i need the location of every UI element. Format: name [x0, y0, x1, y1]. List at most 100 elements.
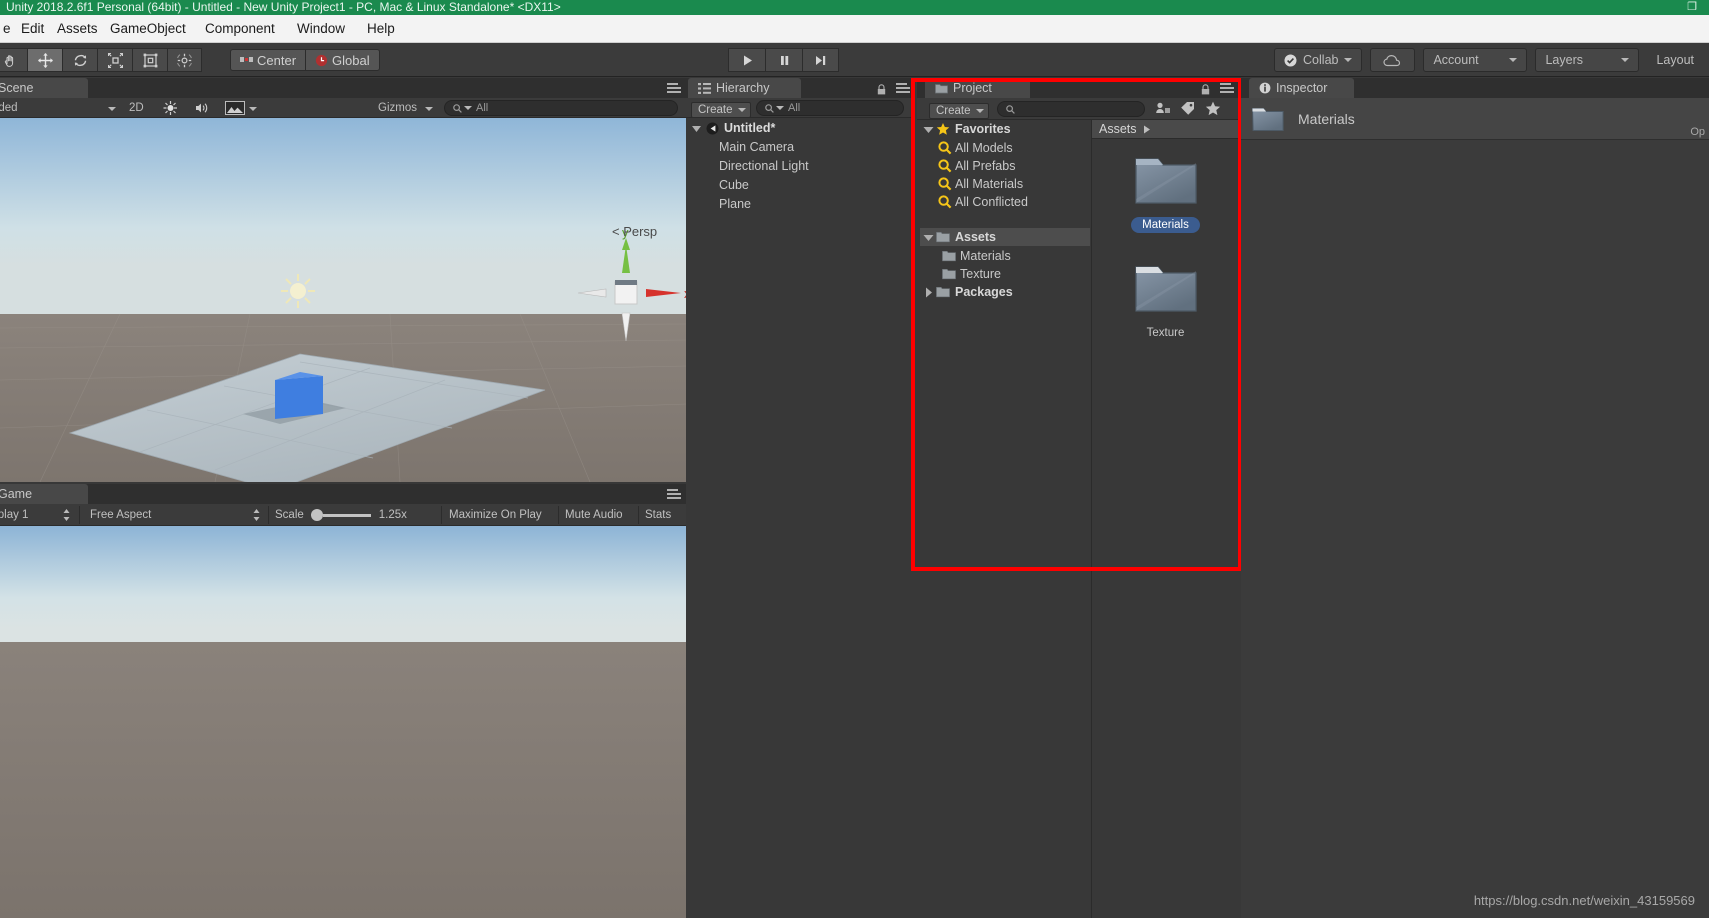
scene-gizmos-label: Gizmos — [378, 102, 417, 114]
hierarchy-item-plane[interactable]: Plane — [686, 195, 915, 213]
account-button[interactable]: Account — [1423, 48, 1528, 72]
menu-item-edit[interactable]: Edit — [14, 15, 51, 43]
hierarchy-item-main-camera[interactable]: Main Camera — [686, 138, 915, 156]
scale-slider-track[interactable] — [322, 513, 371, 517]
game-aspect-stepper[interactable] — [252, 504, 261, 526]
project-packages-row[interactable]: Packages — [920, 283, 1090, 301]
game-mute-toggle[interactable]: Mute Audio — [565, 504, 623, 526]
divider — [638, 506, 639, 524]
project-favorites-icon[interactable] — [1205, 101, 1221, 121]
scene-search-box[interactable]: All — [444, 100, 678, 120]
hierarchy-scene-row[interactable]: Untitled* — [686, 119, 915, 137]
center-icon — [240, 57, 253, 62]
cloud-icon — [1383, 54, 1401, 66]
pause-button[interactable] — [765, 48, 802, 72]
tab-scene[interactable]: Scene — [0, 78, 88, 98]
project-asset-grid[interactable]: Assets Materials Texture — [1091, 120, 1239, 918]
project-breadcrumb[interactable]: Assets — [1092, 120, 1239, 139]
rotate-tool-icon[interactable] — [62, 48, 97, 72]
menu-item-component[interactable]: Component — [198, 15, 282, 43]
tab-project[interactable]: Project — [925, 78, 1030, 98]
step-button[interactable] — [802, 48, 839, 72]
hierarchy-create-label: Create — [698, 104, 733, 116]
account-label: Account — [1433, 53, 1479, 67]
scene-audio-toggle[interactable] — [193, 100, 210, 120]
project-favorite-all-prefabs[interactable]: All Prefabs — [920, 157, 1090, 175]
project-favorite-all-materials[interactable]: All Materials — [920, 175, 1090, 193]
hierarchy-create-button[interactable]: Create — [691, 100, 751, 118]
scene-lighting-toggle[interactable] — [162, 100, 179, 120]
project-filter-label-icon[interactable] — [1180, 101, 1196, 121]
menu-item-help[interactable]: Help — [360, 15, 402, 43]
game-display-dropdown[interactable]: splay 1 — [0, 504, 28, 526]
hierarchy-scene-label: Untitled* — [724, 121, 776, 135]
scene-2d-toggle[interactable]: 2D — [129, 98, 144, 118]
scene-shading-dropdown[interactable]: aded — [0, 98, 18, 118]
project-filter-type-icon[interactable] — [1155, 101, 1171, 121]
tab-inspector[interactable]: Inspector — [1249, 78, 1354, 98]
menu-item-window[interactable]: Window — [290, 15, 352, 43]
cloud-button[interactable] — [1370, 48, 1416, 72]
game-display-stepper[interactable] — [62, 504, 71, 526]
project-favorite-all-models[interactable]: All Models — [920, 139, 1090, 157]
maximize-icon[interactable]: ❐ — [1687, 1, 1703, 13]
tab-hierarchy[interactable]: Hierarchy — [688, 78, 801, 98]
divider — [558, 506, 559, 524]
game-options-icon[interactable] — [667, 489, 681, 500]
scene-shading-caret[interactable] — [108, 98, 116, 118]
project-options-icon[interactable] — [1220, 83, 1234, 94]
game-aspect-dropdown[interactable]: Free Aspect — [90, 504, 151, 526]
hierarchy-item-directional-light[interactable]: Directional Light — [686, 157, 915, 175]
label: All Models — [955, 141, 1013, 155]
menu-item-assets[interactable]: Assets — [50, 15, 105, 43]
menu-item-gameobject[interactable]: GameObject — [103, 15, 193, 43]
transform-tool-icon[interactable] — [167, 48, 202, 72]
scene-options-icon[interactable] — [667, 83, 681, 94]
move-tool-icon[interactable] — [27, 48, 62, 72]
project-assets-row[interactable]: Assets — [920, 228, 1090, 246]
game-display-label: splay 1 — [0, 509, 29, 521]
asset-item-texture[interactable]: Texture — [1092, 260, 1239, 341]
project-create-label: Create — [936, 105, 971, 117]
asset-item-materials[interactable]: Materials — [1092, 152, 1239, 233]
divider — [441, 506, 442, 524]
scene-viewport[interactable]: y x < Persp — [0, 118, 686, 482]
triangle-down-icon — [923, 234, 934, 241]
layout-button[interactable]: Layout — [1647, 48, 1703, 72]
triangle-right-icon — [1143, 125, 1150, 133]
game-viewport[interactable] — [0, 526, 686, 918]
project-assets-child-materials[interactable]: Materials — [920, 247, 1090, 265]
pivot-mode-button[interactable]: Center — [230, 49, 306, 71]
scale-tool-icon[interactable] — [97, 48, 132, 72]
hierarchy-search-box[interactable]: All — [756, 100, 904, 116]
space-mode-button[interactable]: Global — [305, 49, 380, 71]
divider — [268, 506, 269, 524]
project-assets-child-texture[interactable]: Texture — [920, 265, 1090, 283]
scene-effects-caret[interactable] — [249, 98, 257, 118]
hand-tool-icon[interactable] — [0, 48, 27, 72]
project-create-button[interactable]: Create — [929, 101, 989, 119]
project-favorite-all-conflicted[interactable]: All Conflicted — [920, 193, 1090, 211]
inspector-open-button[interactable]: Op — [1690, 126, 1705, 138]
hierarchy-options-icon[interactable] — [896, 83, 910, 94]
project-search-box[interactable] — [997, 101, 1145, 117]
play-icon — [743, 55, 752, 65]
project-favorites-row[interactable]: Favorites — [920, 120, 1090, 138]
tab-game[interactable]: Game — [0, 484, 88, 504]
hierarchy-item-cube[interactable]: Cube — [686, 176, 915, 194]
chevron-down-icon — [464, 106, 472, 110]
scene-shading-label: aded — [0, 102, 18, 114]
rect-tool-icon[interactable] — [132, 48, 167, 72]
game-stats-toggle[interactable]: Stats — [645, 504, 671, 526]
game-maximize-toggle[interactable]: Maximize On Play — [449, 504, 542, 526]
layers-button[interactable]: Layers — [1535, 48, 1640, 72]
scale-slider-handle[interactable] — [310, 509, 323, 521]
play-button[interactable] — [728, 48, 765, 72]
scene-search-input[interactable]: All — [476, 98, 488, 118]
scene-gizmos-dropdown[interactable]: Gizmos — [378, 98, 434, 118]
tab-scene-label: Scene — [0, 81, 34, 95]
game-scale-slider[interactable]: Scale 1.25x — [275, 504, 407, 526]
hierarchy-search-input[interactable]: All — [788, 102, 800, 114]
window-controls[interactable]: ❐ — [1687, 0, 1703, 15]
collab-button[interactable]: Collab — [1274, 48, 1363, 72]
